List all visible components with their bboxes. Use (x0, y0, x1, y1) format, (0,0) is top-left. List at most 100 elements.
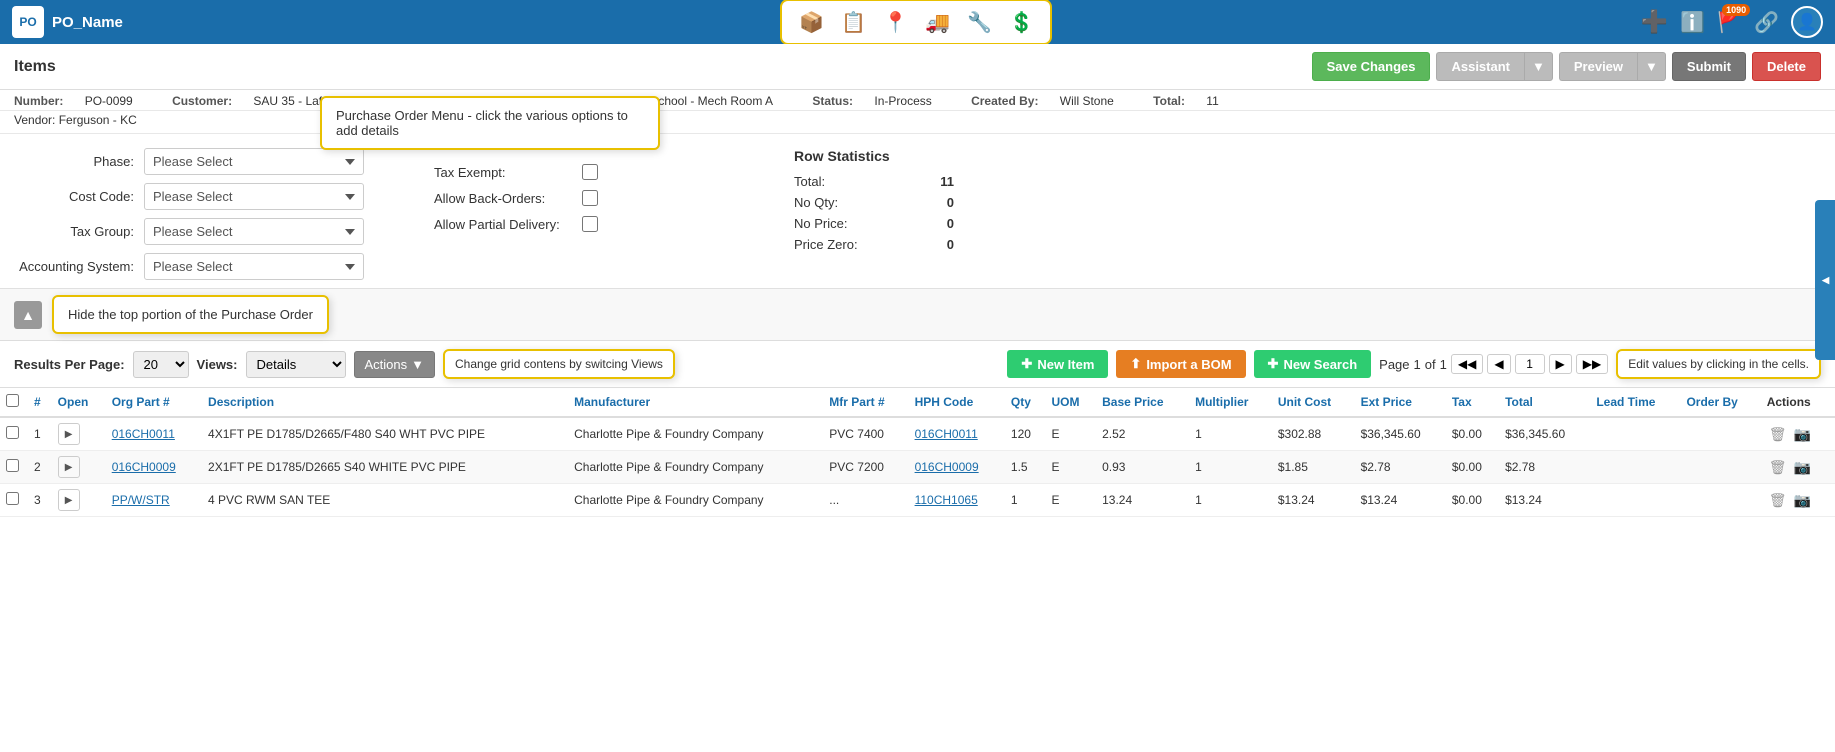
row-mfr-part[interactable]: ... (823, 484, 908, 517)
notification-button[interactable]: 🚩 1090 (1717, 10, 1742, 35)
delete-row-icon[interactable]: 🗑 (1769, 426, 1787, 442)
open-button[interactable]: ▶ (58, 489, 80, 511)
assistant-button[interactable]: Assistant (1436, 52, 1524, 81)
row-order-by[interactable] (1680, 417, 1760, 451)
open-button[interactable]: ▶ (58, 456, 80, 478)
next-page-button[interactable]: ▶ (1549, 354, 1572, 374)
row-org-part[interactable]: PP/W/STR (106, 484, 202, 517)
row-lead-time[interactable] (1590, 484, 1680, 517)
col-open[interactable]: Open (52, 388, 106, 417)
row-base-price[interactable]: 0.93 (1096, 451, 1189, 484)
menu-dollar-icon[interactable]: 💲 (1002, 5, 1040, 39)
col-qty[interactable]: Qty (1005, 388, 1046, 417)
row-description[interactable]: 4X1FT PE D1785/D2665/F480 S40 WHT PVC PI… (202, 417, 568, 451)
menu-document-icon[interactable]: 📋 (834, 5, 872, 39)
row-tax[interactable]: $0.00 (1446, 451, 1499, 484)
row-multiplier[interactable]: 1 (1189, 484, 1272, 517)
row-tax[interactable]: $0.00 (1446, 417, 1499, 451)
row-org-part[interactable]: 016CH0011 (106, 417, 202, 451)
menu-box-icon[interactable]: 📦 (792, 5, 830, 39)
row-tax[interactable]: $0.00 (1446, 484, 1499, 517)
col-num[interactable]: # (28, 388, 52, 417)
tax-group-select[interactable]: Please Select (144, 218, 364, 245)
open-button[interactable]: ▶ (58, 423, 80, 445)
cost-code-select[interactable]: Please Select (144, 183, 364, 210)
tax-exempt-checkbox[interactable] (582, 164, 598, 180)
row-uom[interactable]: E (1045, 451, 1096, 484)
submit-button[interactable]: Submit (1672, 52, 1746, 81)
avatar[interactable]: 👤 (1791, 6, 1823, 38)
row-unit-cost[interactable]: $13.24 (1272, 484, 1355, 517)
row-hph-code[interactable]: 016CH0009 (909, 451, 1005, 484)
preview-arrow-button[interactable]: ▼ (1637, 52, 1666, 81)
assistant-arrow-button[interactable]: ▼ (1524, 52, 1553, 81)
row-uom[interactable]: E (1045, 484, 1096, 517)
row-description[interactable]: 4 PVC RWM SAN TEE (202, 484, 568, 517)
row-hph-code[interactable]: 110CH1065 (909, 484, 1005, 517)
row-manufacturer[interactable]: Charlotte Pipe & Foundry Company (568, 484, 823, 517)
col-hph-code[interactable]: HPH Code (909, 388, 1005, 417)
rpp-select[interactable]: 20 (133, 351, 189, 378)
import-bom-button[interactable]: ⬆ Import a BOM (1116, 350, 1245, 378)
menu-forklift-icon[interactable]: 🚚 (918, 5, 956, 39)
col-tax[interactable]: Tax (1446, 388, 1499, 417)
save-changes-button[interactable]: Save Changes (1312, 52, 1431, 81)
row-multiplier[interactable]: 1 (1189, 417, 1272, 451)
row-ext-price[interactable]: $13.24 (1355, 484, 1446, 517)
camera-row-icon[interactable]: 📷 (1794, 426, 1811, 442)
select-all-checkbox[interactable] (6, 394, 19, 407)
row-description[interactable]: 2X1FT PE D1785/D2665 S40 WHITE PVC PIPE (202, 451, 568, 484)
add-button[interactable]: ➕ (1641, 9, 1668, 35)
row-order-by[interactable] (1680, 451, 1760, 484)
col-manufacturer[interactable]: Manufacturer (568, 388, 823, 417)
delete-row-icon[interactable]: 🗑 (1769, 492, 1787, 508)
col-total[interactable]: Total (1499, 388, 1590, 417)
row-qty[interactable]: 120 (1005, 417, 1046, 451)
row-uom[interactable]: E (1045, 417, 1096, 451)
page-input[interactable] (1515, 354, 1545, 374)
menu-location-icon[interactable]: 📍 (876, 5, 914, 39)
row-manufacturer[interactable]: Charlotte Pipe & Foundry Company (568, 417, 823, 451)
phase-select[interactable]: Please Select (144, 148, 364, 175)
new-search-button[interactable]: ✚ New Search (1254, 350, 1372, 378)
prev-page-button[interactable]: ◀ (1487, 354, 1510, 374)
col-description[interactable]: Description (202, 388, 568, 417)
link-button[interactable]: 🔗 (1754, 10, 1779, 35)
row-checkbox[interactable] (6, 426, 19, 439)
col-org-part[interactable]: Org Part # (106, 388, 202, 417)
row-unit-cost[interactable]: $1.85 (1272, 451, 1355, 484)
accounting-select[interactable]: Please Select (144, 253, 364, 280)
row-org-part[interactable]: 016CH0009 (106, 451, 202, 484)
col-mfr-part[interactable]: Mfr Part # (823, 388, 908, 417)
row-qty[interactable]: 1 (1005, 484, 1046, 517)
col-unit-cost[interactable]: Unit Cost (1272, 388, 1355, 417)
row-qty[interactable]: 1.5 (1005, 451, 1046, 484)
row-base-price[interactable]: 13.24 (1096, 484, 1189, 517)
row-unit-cost[interactable]: $302.88 (1272, 417, 1355, 451)
row-order-by[interactable] (1680, 484, 1760, 517)
allow-backorders-checkbox[interactable] (582, 190, 598, 206)
row-total[interactable]: $36,345.60 (1499, 417, 1590, 451)
right-panel[interactable]: ▶ (1815, 200, 1835, 360)
hide-button[interactable]: ▲ (14, 301, 42, 329)
new-item-button[interactable]: ✚ New Item (1007, 350, 1108, 378)
row-checkbox[interactable] (6, 492, 19, 505)
last-page-button[interactable]: ▶▶ (1576, 354, 1608, 374)
row-mfr-part[interactable]: PVC 7400 (823, 417, 908, 451)
row-hph-code[interactable]: 016CH0011 (909, 417, 1005, 451)
row-ext-price[interactable]: $36,345.60 (1355, 417, 1446, 451)
col-base-price[interactable]: Base Price (1096, 388, 1189, 417)
row-total[interactable]: $2.78 (1499, 451, 1590, 484)
row-checkbox[interactable] (6, 459, 19, 472)
delete-row-icon[interactable]: 🗑 (1769, 459, 1787, 475)
row-ext-price[interactable]: $2.78 (1355, 451, 1446, 484)
camera-row-icon[interactable]: 📷 (1794, 492, 1811, 508)
col-multiplier[interactable]: Multiplier (1189, 388, 1272, 417)
allow-partial-checkbox[interactable] (582, 216, 598, 232)
delete-button[interactable]: Delete (1752, 52, 1821, 81)
preview-button[interactable]: Preview (1559, 52, 1637, 81)
row-lead-time[interactable] (1590, 451, 1680, 484)
views-select[interactable]: Details (246, 351, 346, 378)
camera-row-icon[interactable]: 📷 (1794, 459, 1811, 475)
first-page-button[interactable]: ◀◀ (1451, 354, 1483, 374)
